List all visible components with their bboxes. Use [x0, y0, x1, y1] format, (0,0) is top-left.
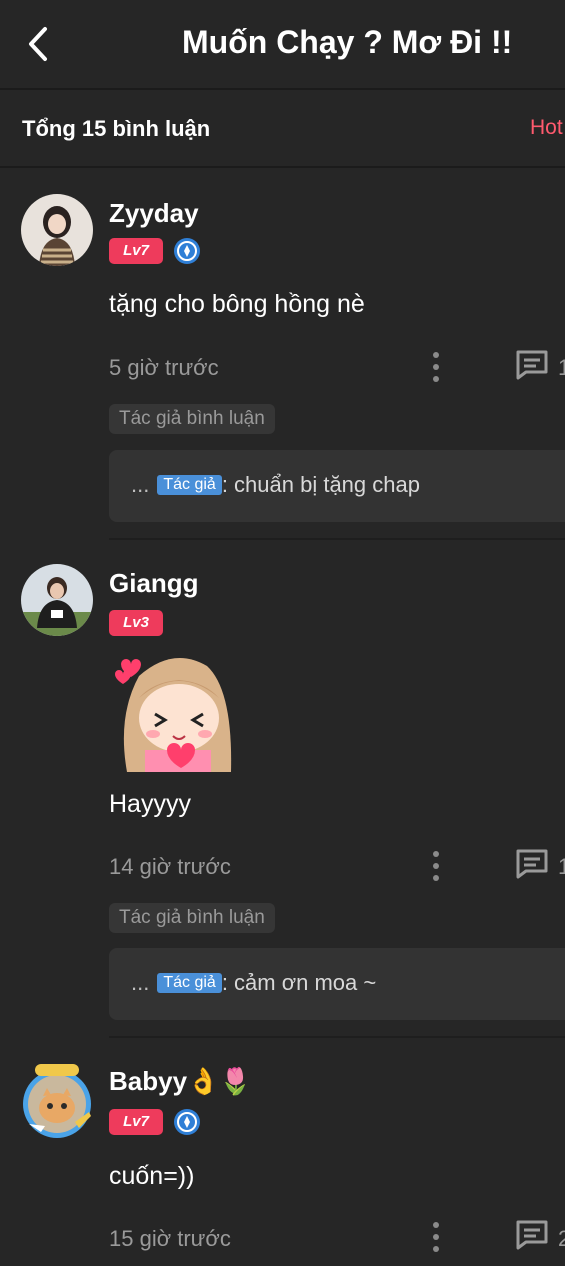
back-button[interactable]: [18, 22, 58, 66]
author-badge: Tác giả: [157, 475, 222, 495]
reply-count: 1: [558, 355, 565, 380]
author-reply[interactable]: ... Tác giả: chuẩn bị tặng chap: [109, 450, 565, 522]
reply-count: 2: [558, 1226, 565, 1251]
sort-hot-tab[interactable]: Hot: [530, 116, 563, 140]
comments-summary-bar: Tổng 15 bình luận Hot: [0, 90, 565, 168]
author-reply-label: Tác giả bình luận: [109, 404, 275, 434]
comment-time: 15 giờ trước: [109, 1226, 231, 1251]
reply-text: : cảm ơn moa ~: [221, 970, 377, 995]
comment-text: Hayyyy: [109, 790, 191, 818]
more-options-button[interactable]: [426, 1222, 446, 1252]
level-badge: Lv7: [109, 238, 163, 264]
author-reply-label: Tác giả bình luận: [109, 903, 275, 933]
more-options-button[interactable]: [426, 352, 446, 382]
author-badge: Tác giả: [157, 973, 222, 993]
reply-icon[interactable]: [514, 348, 550, 380]
avatar[interactable]: [21, 194, 93, 266]
reply-text: : chuẩn bị tặng chap: [221, 472, 420, 497]
reply-ellipsis: ...: [131, 472, 150, 497]
comment-total: Tổng 15 bình luận: [22, 116, 211, 141]
sticker-image: [115, 658, 232, 772]
avatar[interactable]: [21, 564, 93, 636]
level-badge: Lv3: [109, 610, 163, 636]
chevron-left-icon: [29, 27, 47, 61]
comment-item: Babyy👌🌷 Lv7 cuốn=)) 15 giờ trước 2: [0, 1038, 565, 1266]
reply-icon[interactable]: [514, 847, 550, 879]
comment-text: cuốn=)): [109, 1162, 195, 1190]
verified-badge-icon: [174, 238, 200, 264]
comment-author[interactable]: Zyyday: [109, 198, 199, 229]
reply-ellipsis: ...: [131, 970, 150, 995]
comment-text: tặng cho bông hồng nè: [109, 290, 365, 318]
comment-item: Giangg Lv3 Hayyyy 14 giờ trước 1 Tác giả…: [0, 540, 565, 1038]
author-reply[interactable]: ... Tác giả: cảm ơn moa ~: [109, 948, 565, 1020]
comment-author[interactable]: Babyy👌🌷: [109, 1066, 252, 1097]
comment-time: 14 giờ trước: [109, 854, 231, 879]
comment-time: 5 giờ trước: [109, 355, 219, 380]
level-badge: Lv7: [109, 1109, 163, 1135]
avatar[interactable]: [21, 1064, 93, 1140]
top-bar: Muốn Chạy ? Mơ Đi !!: [0, 0, 565, 90]
more-options-button[interactable]: [426, 851, 446, 881]
comment-item: Zyyday Lv7 tặng cho bông hồng nè 5 giờ t…: [0, 168, 565, 540]
reply-icon[interactable]: [514, 1218, 550, 1250]
reply-count: 1: [558, 854, 565, 879]
comment-author[interactable]: Giangg: [109, 568, 199, 599]
verified-badge-icon: [174, 1109, 200, 1135]
page-title: Muốn Chạy ? Mơ Đi !!: [182, 24, 513, 60]
